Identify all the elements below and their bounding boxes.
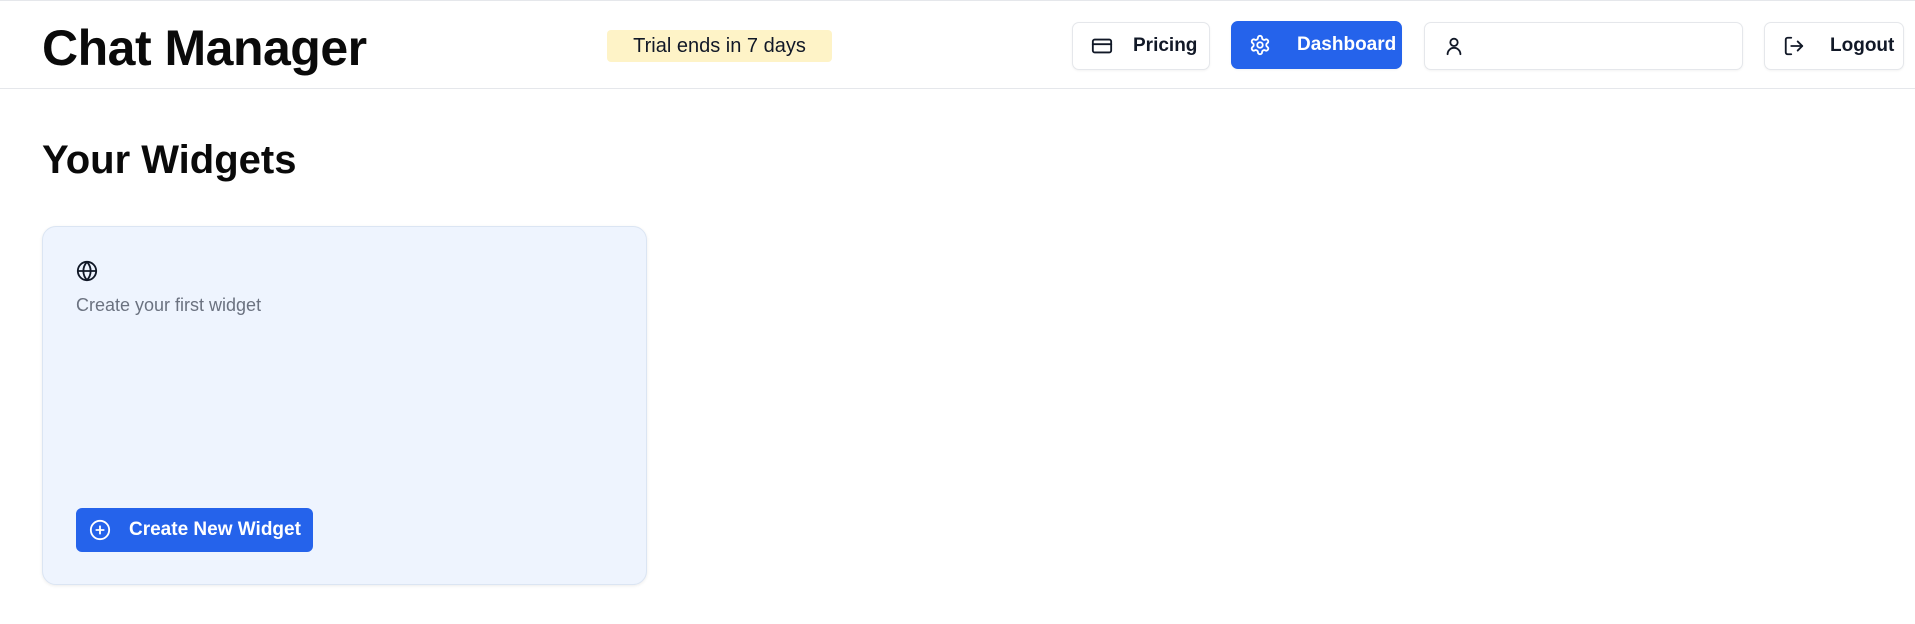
logout-button[interactable]: Logout	[1764, 22, 1904, 70]
gear-icon	[1248, 33, 1272, 57]
user-icon	[1442, 34, 1466, 58]
empty-widget-card: Create your first widget Create New Widg…	[42, 226, 647, 585]
page-title: Your Widgets	[42, 138, 297, 182]
dashboard-button[interactable]: Dashboard	[1231, 21, 1402, 69]
empty-state-text: Create your first widget	[76, 295, 262, 315]
logout-button-label: Logout	[1830, 35, 1895, 56]
plus-circle-icon	[88, 518, 112, 542]
pricing-button[interactable]: Pricing	[1072, 22, 1210, 70]
logout-icon	[1782, 34, 1806, 58]
create-widget-button-label: Create New Widget	[129, 519, 301, 540]
top-bar: Chat Manager Trial ends in 7 days Pricin…	[0, 0, 1915, 89]
pricing-button-label: Pricing	[1133, 35, 1198, 56]
app-title: Chat Manager	[42, 20, 367, 76]
credit-card-icon	[1090, 34, 1114, 58]
globe-icon	[76, 260, 98, 282]
dashboard-button-label: Dashboard	[1297, 34, 1397, 55]
create-widget-button[interactable]: Create New Widget	[76, 508, 313, 552]
trial-status-badge: Trial ends in 7 days	[607, 30, 832, 62]
account-button[interactable]	[1424, 22, 1743, 70]
